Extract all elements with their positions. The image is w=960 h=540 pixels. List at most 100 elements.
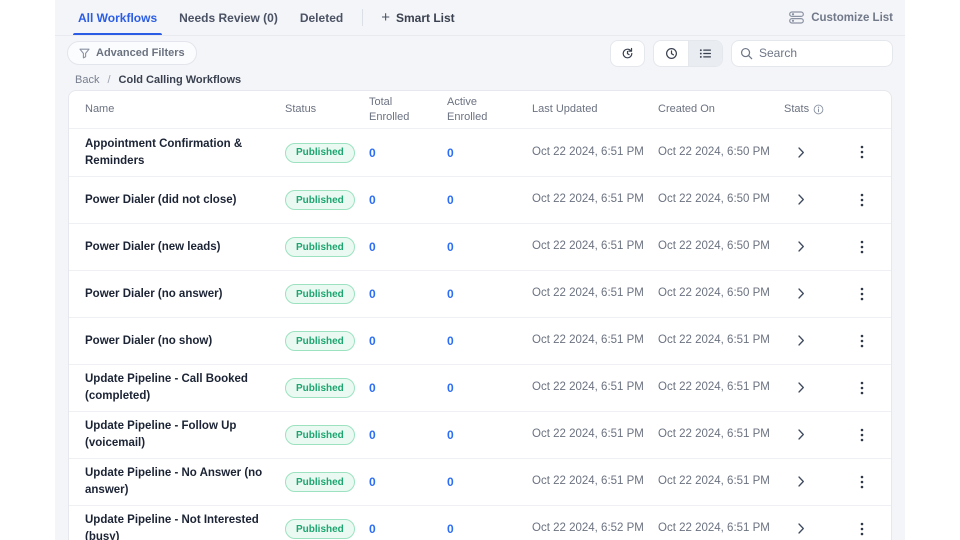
total-enrolled-value[interactable]: 0 xyxy=(369,428,447,442)
status-badge: Published xyxy=(285,425,355,446)
info-icon xyxy=(813,104,824,115)
breadcrumb-current: Cold Calling Workflows xyxy=(118,74,242,86)
header-name: Name xyxy=(85,103,115,116)
stats-cell xyxy=(784,143,850,163)
last-updated-value: Oct 22 2024, 6:51 PM xyxy=(532,193,644,206)
active-enrolled-value[interactable]: 0 xyxy=(447,381,532,395)
active-enrolled-value[interactable]: 0 xyxy=(447,287,532,301)
header-total-enrolled: Total Enrolled xyxy=(369,95,410,123)
workflow-name[interactable]: Appointment Confirmation & Reminders xyxy=(85,136,285,169)
total-enrolled-value[interactable]: 0 xyxy=(369,240,447,254)
workflow-name[interactable]: Power Dialer (new leads) xyxy=(85,239,285,256)
last-updated-value: Oct 22 2024, 6:51 PM xyxy=(532,287,644,300)
filter-bar: Advanced Filters xyxy=(55,36,905,70)
header-created-on: Created On xyxy=(658,103,715,116)
tab-bar: All Workflows Needs Review (0) Deleted +… xyxy=(55,0,905,36)
chevron-right-icon xyxy=(798,476,805,487)
kebab-menu-icon xyxy=(860,428,864,442)
row-menu-button[interactable] xyxy=(852,377,872,399)
workflow-name[interactable]: Update Pipeline - No Answer (no answer) xyxy=(85,465,285,498)
stats-expand-button[interactable] xyxy=(792,425,811,444)
row-menu-button[interactable] xyxy=(852,471,872,493)
kebab-menu-icon xyxy=(860,193,864,207)
view-toggle xyxy=(653,39,723,67)
created-on-value: Oct 22 2024, 6:50 PM xyxy=(658,287,770,300)
row-menu-button[interactable] xyxy=(852,330,872,352)
row-menu-button[interactable] xyxy=(852,141,872,163)
chevron-right-icon xyxy=(798,241,805,252)
tab-needs-review[interactable]: Needs Review (0) xyxy=(168,0,289,35)
last-updated-value: Oct 22 2024, 6:51 PM xyxy=(532,381,644,394)
created-on-value: Oct 22 2024, 6:51 PM xyxy=(658,475,770,488)
list-icon xyxy=(698,46,713,61)
search-input[interactable] xyxy=(731,39,893,67)
total-enrolled-value[interactable]: 0 xyxy=(369,146,447,160)
breadcrumb: Back / Cold Calling Workflows xyxy=(55,70,905,90)
stats-expand-button[interactable] xyxy=(792,190,811,209)
status-cell: Published xyxy=(285,190,369,211)
active-enrolled-value[interactable]: 0 xyxy=(447,475,532,489)
stats-expand-button[interactable] xyxy=(792,472,811,491)
actions-cell xyxy=(850,377,875,400)
list-view-button[interactable] xyxy=(688,40,722,66)
breadcrumb-separator: / xyxy=(107,74,111,86)
history-button[interactable] xyxy=(610,39,645,67)
row-menu-button[interactable] xyxy=(852,424,872,446)
tab-all-workflows[interactable]: All Workflows xyxy=(67,0,168,35)
active-enrolled-value[interactable]: 0 xyxy=(447,240,532,254)
time-view-button[interactable] xyxy=(654,41,688,66)
stats-expand-button[interactable] xyxy=(792,331,811,350)
workflow-name[interactable]: Update Pipeline - Call Booked (completed… xyxy=(85,371,285,404)
chevron-right-icon xyxy=(798,194,805,205)
header-stats: Stats xyxy=(784,102,850,117)
row-menu-button[interactable] xyxy=(852,283,872,305)
workflow-name[interactable]: Update Pipeline - Not Interested (busy) xyxy=(85,512,285,540)
customize-list-button[interactable]: Customize List xyxy=(789,0,893,35)
header-status: Status xyxy=(285,103,317,116)
clock-icon xyxy=(664,46,679,61)
stats-expand-button[interactable] xyxy=(792,284,811,303)
kebab-menu-icon xyxy=(860,287,864,301)
row-menu-button[interactable] xyxy=(852,189,872,211)
total-enrolled-value[interactable]: 0 xyxy=(369,334,447,348)
active-enrolled-value[interactable]: 0 xyxy=(447,193,532,207)
active-enrolled-value[interactable]: 0 xyxy=(447,428,532,442)
tab-deleted[interactable]: Deleted xyxy=(289,0,354,35)
total-enrolled-value[interactable]: 0 xyxy=(369,522,447,536)
row-menu-button[interactable] xyxy=(852,518,872,540)
kebab-menu-icon xyxy=(860,475,864,489)
total-enrolled-value[interactable]: 0 xyxy=(369,287,447,301)
advanced-filters-button[interactable]: Advanced Filters xyxy=(67,41,197,65)
workflow-name[interactable]: Power Dialer (no answer) xyxy=(85,286,285,303)
add-smart-list-button[interactable]: + Smart List xyxy=(371,0,464,35)
kebab-menu-icon xyxy=(860,381,864,395)
chevron-right-icon xyxy=(798,382,805,393)
actions-cell xyxy=(850,236,875,259)
active-enrolled-value[interactable]: 0 xyxy=(447,146,532,160)
created-on-value: Oct 22 2024, 6:51 PM xyxy=(658,522,770,535)
workflow-name[interactable]: Power Dialer (did not close) xyxy=(85,192,285,209)
workflow-name[interactable]: Power Dialer (no show) xyxy=(85,333,285,350)
workflow-name[interactable]: Update Pipeline - Follow Up (voicemail) xyxy=(85,418,285,451)
header-active-enrolled: Active Enrolled xyxy=(447,95,488,123)
created-on-value: Oct 22 2024, 6:50 PM xyxy=(658,240,770,253)
last-updated-value: Oct 22 2024, 6:52 PM xyxy=(532,522,644,535)
created-on-value: Oct 22 2024, 6:50 PM xyxy=(658,145,770,158)
total-enrolled-value[interactable]: 0 xyxy=(369,193,447,207)
stats-expand-button[interactable] xyxy=(792,143,811,162)
stats-expand-button[interactable] xyxy=(792,519,811,538)
active-enrolled-value[interactable]: 0 xyxy=(447,334,532,348)
kebab-menu-icon xyxy=(860,522,864,536)
active-enrolled-value[interactable]: 0 xyxy=(447,522,532,536)
row-menu-button[interactable] xyxy=(852,236,872,258)
workflows-table: Name Status Total Enrolled Active Enroll… xyxy=(68,90,892,540)
stats-cell xyxy=(784,190,850,210)
stats-expand-button[interactable] xyxy=(792,378,811,397)
total-enrolled-value[interactable]: 0 xyxy=(369,381,447,395)
stats-expand-button[interactable] xyxy=(792,237,811,256)
status-badge: Published xyxy=(285,190,355,211)
kebab-menu-icon xyxy=(860,145,864,159)
total-enrolled-value[interactable]: 0 xyxy=(369,475,447,489)
back-link[interactable]: Back xyxy=(75,74,99,86)
status-cell: Published xyxy=(285,284,369,305)
